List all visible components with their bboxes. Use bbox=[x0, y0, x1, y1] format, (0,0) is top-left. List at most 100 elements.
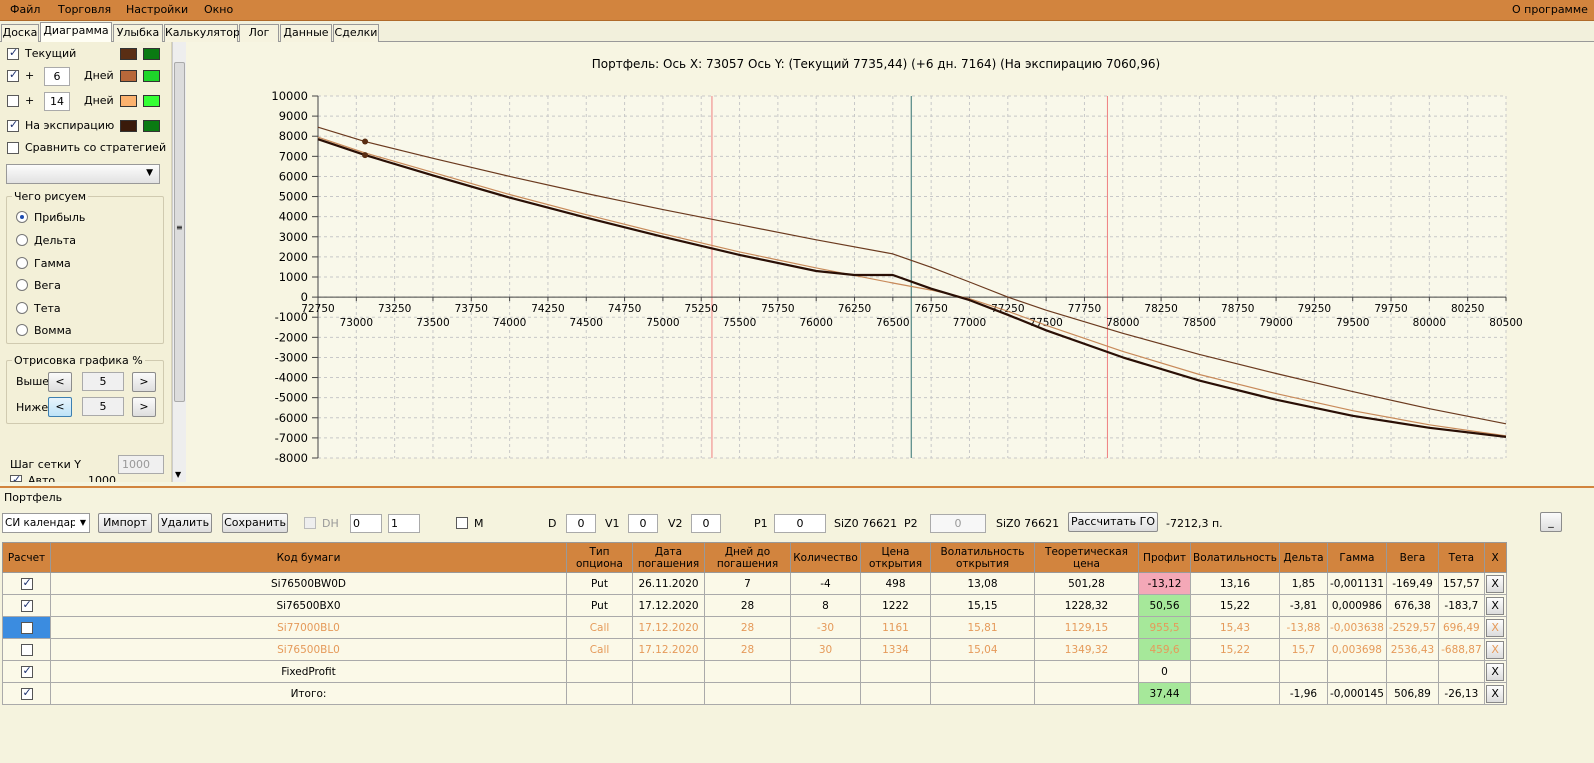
menu-about[interactable]: О программе bbox=[1512, 3, 1588, 16]
row-calc-checkbox[interactable] bbox=[20, 576, 33, 590]
header-cell[interactable]: Вега bbox=[1385, 542, 1440, 573]
remove-row-button[interactable]: X bbox=[1486, 574, 1505, 593]
table-row[interactable]: Si77000BL0 Call 17.12.2020 28 -30 1161 15,81 11… bbox=[2, 616, 1507, 639]
header-cell[interactable]: Волатильность bbox=[1190, 542, 1280, 573]
row-calc-checkbox[interactable] bbox=[20, 621, 33, 634]
current-color-a[interactable] bbox=[120, 48, 137, 60]
plus1-color-a[interactable] bbox=[120, 70, 137, 82]
current-checkbox[interactable] bbox=[7, 46, 19, 60]
m-checkbox[interactable] bbox=[456, 517, 468, 529]
calc-go-button[interactable]: Рассчитать ГО bbox=[1068, 512, 1158, 532]
row-calc-checkbox[interactable] bbox=[20, 598, 33, 612]
header-cell[interactable]: Дата погашения bbox=[632, 542, 705, 573]
plus2-checkbox[interactable] bbox=[7, 95, 19, 107]
header-cell[interactable]: X bbox=[1483, 542, 1507, 573]
row-calc-checkbox[interactable] bbox=[20, 643, 33, 656]
dh-checkbox[interactable] bbox=[304, 517, 316, 529]
remove-row-button[interactable]: X bbox=[1486, 640, 1505, 659]
calc-cell[interactable] bbox=[2, 616, 51, 639]
header-cell[interactable]: Теоретическая цена bbox=[1034, 542, 1139, 573]
below-decrease-button[interactable]: < bbox=[48, 397, 72, 417]
grid-step-input[interactable]: 1000 bbox=[118, 455, 164, 474]
header-cell[interactable]: Расчет bbox=[2, 542, 51, 573]
tab-deals[interactable]: Сделки bbox=[333, 24, 379, 42]
header-cell[interactable]: Гамма bbox=[1326, 542, 1387, 573]
minimize-button[interactable]: _ bbox=[1540, 512, 1562, 532]
left-panel-scrollbar[interactable]: ≡ ▼ bbox=[172, 42, 186, 482]
portfolio-combo[interactable]: СИ календарь ▼ bbox=[2, 513, 90, 533]
header-cell[interactable]: Волатильность открытия bbox=[930, 542, 1035, 573]
header-cell[interactable]: Количество bbox=[790, 542, 861, 573]
expiry-checkbox[interactable] bbox=[7, 118, 19, 132]
radio-profit[interactable] bbox=[16, 211, 28, 223]
current-color-b[interactable] bbox=[143, 48, 160, 60]
radio-gamma[interactable] bbox=[16, 257, 28, 269]
compare-checkbox[interactable] bbox=[7, 142, 19, 154]
header-cell[interactable]: Цена открытия bbox=[860, 542, 931, 573]
above-value[interactable]: 5 bbox=[82, 372, 124, 391]
v1-input[interactable]: 0 bbox=[628, 514, 658, 533]
dh-spin-2[interactable]: 1 bbox=[388, 514, 420, 533]
radio-vega[interactable] bbox=[16, 279, 28, 291]
below-value[interactable]: 5 bbox=[82, 397, 124, 416]
header-cell[interactable]: Тип опциона bbox=[566, 542, 633, 573]
calc-cell[interactable] bbox=[2, 660, 51, 683]
header-cell[interactable]: Тета bbox=[1438, 542, 1485, 573]
scroll-down-icon[interactable]: ▼ bbox=[175, 470, 181, 479]
radio-delta[interactable] bbox=[16, 234, 28, 246]
remove-row-button[interactable]: X bbox=[1486, 684, 1505, 703]
remove-row-button[interactable]: X bbox=[1486, 662, 1505, 681]
plus1-days-input[interactable]: 6 bbox=[44, 67, 70, 86]
remove-row-button[interactable]: X bbox=[1486, 618, 1505, 637]
row-calc-checkbox[interactable] bbox=[20, 664, 33, 678]
expiry-color-b[interactable] bbox=[143, 120, 160, 132]
calc-cell[interactable] bbox=[2, 682, 51, 705]
menu-trade[interactable]: Торговля bbox=[58, 3, 111, 16]
table-row[interactable]: Si76500BL0 Call 17.12.2020 28 30 1334 15,04 134… bbox=[2, 638, 1507, 661]
calc-cell[interactable] bbox=[2, 572, 51, 595]
delete-button[interactable]: Удалить bbox=[158, 513, 212, 533]
save-button[interactable]: Сохранить bbox=[222, 513, 288, 533]
table-row[interactable]: Si76500BW0DPut26.11.20207-449813,08501,2… bbox=[2, 572, 1507, 595]
plus2-days-input[interactable]: 14 bbox=[44, 92, 70, 111]
tab-board[interactable]: Доска bbox=[1, 24, 39, 42]
profit-chart[interactable]: Портфель: Ось X: 73057 Ось Y: (Текущий 7… bbox=[186, 42, 1594, 482]
plus1-color-b[interactable] bbox=[143, 70, 160, 82]
scroll-thumb[interactable]: ≡ bbox=[174, 62, 185, 402]
menu-settings[interactable]: Настройки bbox=[126, 3, 188, 16]
menu-window[interactable]: Окно bbox=[204, 3, 233, 16]
table-row[interactable]: Итого: 37,44 -1,96-0,000145506,89-26,13X bbox=[2, 682, 1507, 705]
remove-row-button[interactable]: X bbox=[1486, 596, 1505, 615]
radio-theta[interactable] bbox=[16, 302, 28, 314]
strategy-dropdown[interactable]: ▼ bbox=[6, 164, 160, 184]
radio-vomma[interactable] bbox=[16, 324, 28, 336]
calc-cell[interactable] bbox=[2, 638, 51, 661]
header-cell[interactable]: Код бумаги bbox=[50, 542, 567, 573]
tab-diagram[interactable]: Диаграмма bbox=[40, 22, 112, 43]
header-cell[interactable]: Дней до погашения bbox=[704, 542, 791, 573]
above-increase-button[interactable]: > bbox=[132, 372, 156, 392]
plus2-color-a[interactable] bbox=[120, 95, 137, 107]
tab-calculator[interactable]: Калькулятор bbox=[164, 24, 240, 42]
table-row[interactable]: FixedProfit 0 X bbox=[2, 660, 1507, 683]
menu-file[interactable]: Файл bbox=[10, 3, 40, 16]
expiry-color-a[interactable] bbox=[120, 120, 137, 132]
above-decrease-button[interactable]: < bbox=[48, 372, 72, 392]
plus1-checkbox[interactable] bbox=[7, 68, 19, 82]
row-calc-checkbox[interactable] bbox=[20, 686, 33, 700]
p1-input[interactable]: 0 bbox=[774, 514, 826, 533]
calc-cell[interactable] bbox=[2, 594, 51, 617]
plus2-color-b[interactable] bbox=[143, 95, 160, 107]
d-input[interactable]: 0 bbox=[566, 514, 596, 533]
auto-checkbox[interactable] bbox=[10, 475, 22, 482]
tab-smile[interactable]: Улыбка bbox=[113, 24, 163, 42]
tab-data[interactable]: Данные bbox=[280, 24, 332, 42]
p2-input[interactable]: 0 bbox=[930, 514, 986, 533]
table-row[interactable]: Si76500BX0Put17.12.2020288122215,151228,… bbox=[2, 594, 1507, 617]
import-button[interactable]: Импорт bbox=[98, 513, 152, 533]
header-cell[interactable]: Дельта bbox=[1278, 542, 1328, 573]
header-cell[interactable]: Профит bbox=[1138, 542, 1191, 573]
below-increase-button[interactable]: > bbox=[132, 397, 156, 417]
v2-input[interactable]: 0 bbox=[691, 514, 721, 533]
dh-spin-1[interactable]: 0 bbox=[350, 514, 382, 533]
